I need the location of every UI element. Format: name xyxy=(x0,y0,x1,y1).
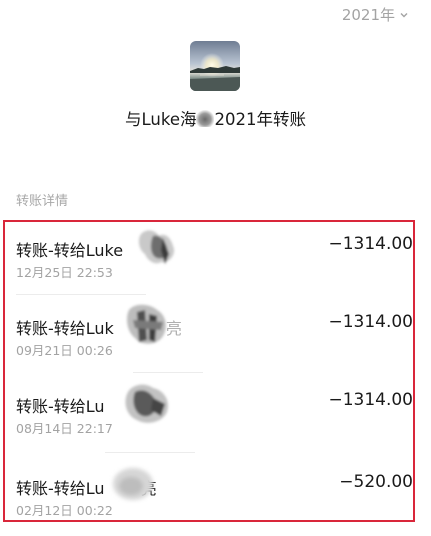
redaction-smudge xyxy=(125,384,169,423)
row-divider xyxy=(16,294,146,295)
transaction-amount: −1314.00 xyxy=(328,390,413,410)
title-prefix: 与Luke海 xyxy=(125,110,197,129)
transaction-date: 09月21日 00:26 xyxy=(16,343,113,358)
transaction-name: 转账-转给Luk 亮 xyxy=(16,319,182,338)
transaction-date: 12月25日 22:53 xyxy=(16,265,113,280)
row-divider xyxy=(105,452,195,453)
transaction-date: 08月14日 22:17 xyxy=(16,421,113,436)
list-item[interactable]: 转账-转给Lu 亮 02月12日 00:22 −520.00 xyxy=(5,460,413,536)
year-dropdown[interactable]: 2021年 xyxy=(342,4,409,25)
transaction-name: 转账-转给Lu xyxy=(16,397,105,416)
transaction-amount: −520.00 xyxy=(339,472,413,492)
avatar[interactable] xyxy=(190,41,240,91)
list-item[interactable]: 转账-转给Luke 12月25日 22:53 −1314.00 xyxy=(5,222,413,298)
section-label: 转账详情 xyxy=(16,194,69,209)
list-item[interactable]: 转账-转给Lu 08月14日 22:17 −1314.00 xyxy=(5,378,413,454)
avatar-photo xyxy=(190,41,240,91)
chevron-down-icon xyxy=(400,12,408,17)
year-label: 2021年 xyxy=(341,6,395,24)
transaction-list: 转账-转给Luke 12月25日 22:53 −1314.00 转账-转给Luk… xyxy=(3,220,415,522)
transaction-name: 转账-转给Lu 亮 xyxy=(16,479,157,498)
transaction-amount: −1314.00 xyxy=(328,312,413,332)
transaction-name: 转账-转给Luke xyxy=(16,241,124,260)
redaction-smudge xyxy=(138,230,175,264)
row-divider xyxy=(133,372,203,373)
transaction-date: 02月12日 00:22 xyxy=(16,503,113,518)
transaction-amount: −1314.00 xyxy=(328,234,413,254)
list-item[interactable]: 转账-转给Luk 亮 09月21日 00:26 −1314.00 xyxy=(5,300,413,376)
title-suffix: 2021年转账 xyxy=(214,110,306,129)
page-title: 与Luke海 2021年转账 xyxy=(0,106,431,130)
redacted-mark xyxy=(196,110,215,127)
